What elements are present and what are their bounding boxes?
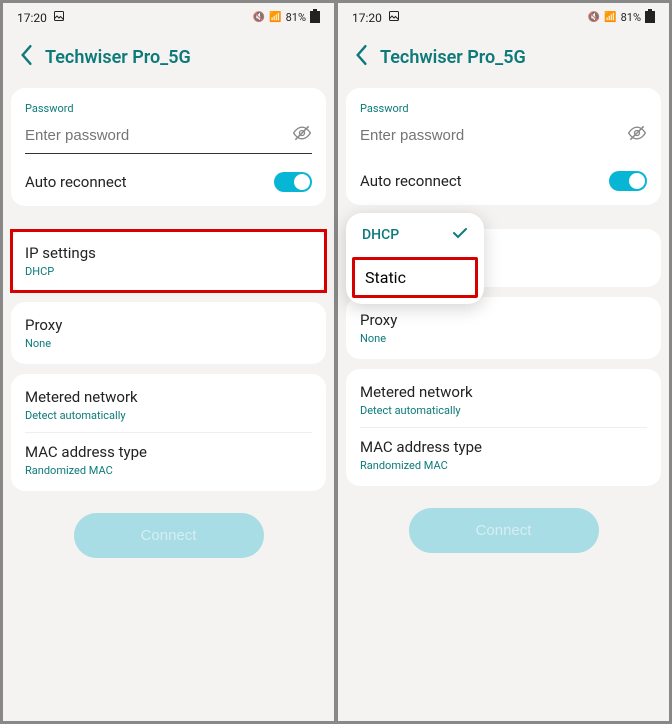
auto-reconnect-label: Auto reconnect: [360, 172, 462, 190]
wifi-credentials-card: Password Auto reconnect: [346, 88, 661, 205]
ip-settings-title: IP settings: [25, 244, 312, 262]
header: Techwiser Pro_5G: [338, 30, 669, 88]
screen-right: 17:20 🔇 📶 81% Techwiser Pro_5G Password: [337, 2, 670, 722]
metered-title: Metered network: [25, 388, 312, 406]
wifi-credentials-card: Password Auto reconnect: [11, 88, 326, 206]
mute-icon: 🔇: [588, 12, 600, 23]
eye-off-icon[interactable]: [627, 123, 647, 147]
password-input[interactable]: [360, 127, 627, 144]
connect-button[interactable]: Connect: [74, 513, 264, 558]
proxy-title: Proxy: [25, 316, 312, 334]
network-details-group: Metered network Detect automatically MAC…: [346, 369, 661, 486]
network-details-group: Metered network Detect automatically MAC…: [11, 374, 326, 491]
screen-left: 17:20 🔇 📶 81% Techwiser Pro_5G Password: [2, 2, 335, 722]
status-bar: 17:20 🔇 📶 81%: [3, 3, 334, 30]
signal-icon: 📶: [269, 12, 281, 23]
mac-title: MAC address type: [25, 443, 312, 461]
back-icon[interactable]: [354, 44, 368, 70]
ip-settings-item[interactable]: IP settings DHCP: [11, 230, 326, 292]
status-time: 17:20: [17, 11, 47, 25]
mac-value: Randomized MAC: [360, 459, 647, 472]
dropdown-option-label: Static: [365, 268, 406, 287]
header: Techwiser Pro_5G: [3, 30, 334, 88]
proxy-value: None: [25, 337, 312, 350]
signal-icon: 📶: [604, 12, 616, 23]
auto-reconnect-toggle[interactable]: [609, 171, 647, 191]
status-bar: 17:20 🔇 📶 81%: [338, 3, 669, 30]
metered-title: Metered network: [360, 383, 647, 401]
battery-icon: [310, 9, 320, 26]
auto-reconnect-toggle[interactable]: [274, 172, 312, 192]
page-title: Techwiser Pro_5G: [45, 47, 191, 68]
eye-off-icon[interactable]: [292, 123, 312, 147]
status-time: 17:20: [352, 11, 382, 25]
connect-button[interactable]: Connect: [409, 508, 599, 553]
check-icon: [452, 227, 468, 243]
metered-value: Detect automatically: [25, 409, 312, 422]
mac-title: MAC address type: [360, 438, 647, 456]
back-icon[interactable]: [19, 44, 33, 70]
page-title: Techwiser Pro_5G: [380, 47, 526, 68]
ip-settings-dropdown: DHCP Static: [346, 213, 484, 304]
picture-icon: [53, 10, 65, 25]
proxy-item[interactable]: Proxy None: [346, 297, 661, 359]
password-label: Password: [25, 102, 312, 115]
password-input[interactable]: [25, 127, 292, 144]
mac-value: Randomized MAC: [25, 464, 312, 477]
dropdown-option-label: DHCP: [362, 227, 399, 243]
battery-text: 81%: [286, 11, 306, 24]
dropdown-option-dhcp[interactable]: DHCP: [346, 213, 484, 257]
metered-item[interactable]: Metered network Detect automatically: [25, 378, 312, 432]
picture-icon: [388, 10, 400, 25]
auto-reconnect-label: Auto reconnect: [25, 173, 127, 191]
dropdown-option-static[interactable]: Static: [352, 257, 478, 298]
metered-item[interactable]: Metered network Detect automatically: [360, 373, 647, 427]
password-label: Password: [360, 102, 647, 115]
proxy-item[interactable]: Proxy None: [11, 302, 326, 364]
proxy-title: Proxy: [360, 311, 647, 329]
battery-text: 81%: [621, 11, 641, 24]
metered-value: Detect automatically: [360, 404, 647, 417]
mac-item[interactable]: MAC address type Randomized MAC: [25, 432, 312, 487]
proxy-value: None: [360, 332, 647, 345]
mute-icon: 🔇: [253, 12, 265, 23]
battery-icon: [645, 9, 655, 26]
mac-item[interactable]: MAC address type Randomized MAC: [360, 427, 647, 482]
ip-settings-value: DHCP: [25, 265, 312, 278]
